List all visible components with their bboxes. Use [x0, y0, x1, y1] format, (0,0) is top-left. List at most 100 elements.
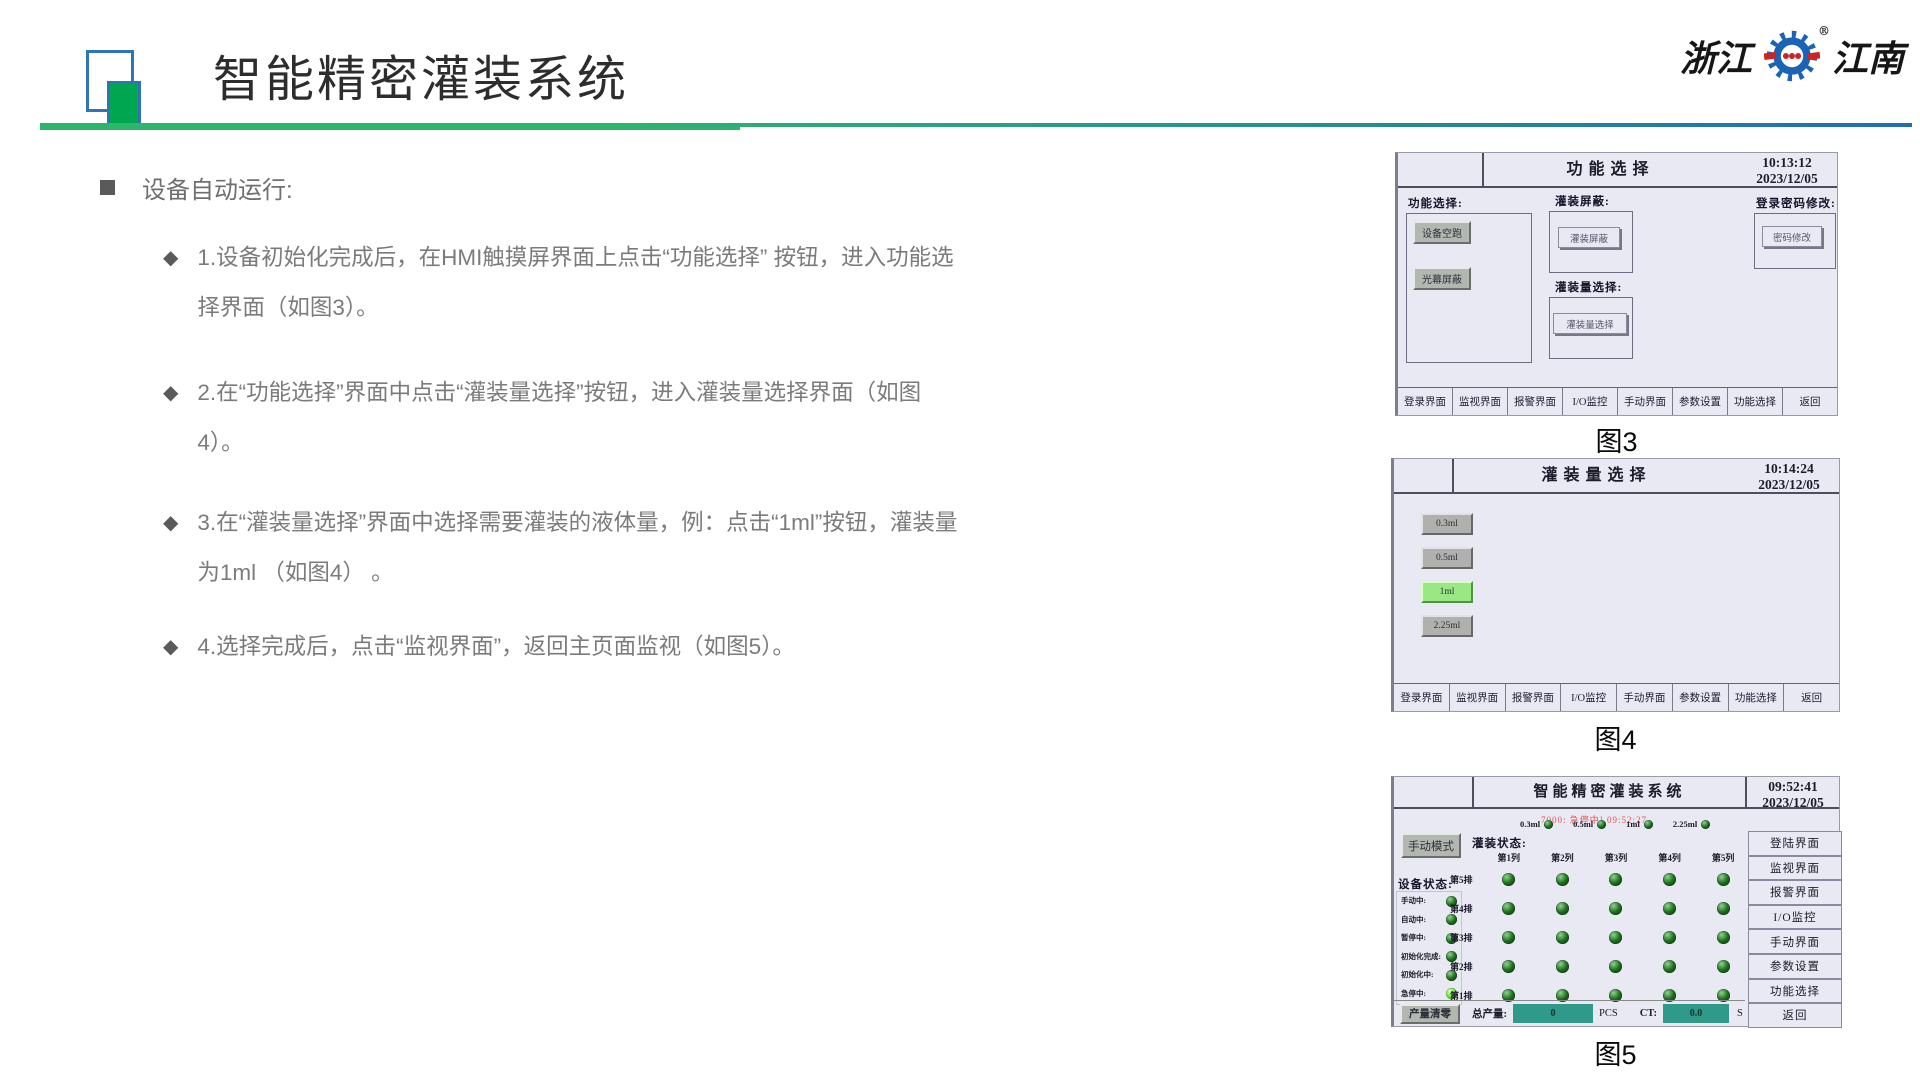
- fig5-date: 2023/12/05: [1747, 795, 1839, 811]
- ct-value: 0.0: [1663, 1004, 1729, 1023]
- nav-item-报警界面[interactable]: 报警界面: [1508, 388, 1563, 415]
- fill-led: [1663, 902, 1676, 915]
- nav-item-手动界面[interactable]: 手动界面: [1617, 684, 1673, 711]
- logo-text-right: 江南: [1832, 30, 1904, 82]
- password-change-button[interactable]: 密码修改: [1762, 226, 1822, 247]
- fig5-titlebar: 智能精密灌装系统 09:52:41 2023/12/05: [1394, 777, 1839, 809]
- led-cell: [1536, 931, 1590, 944]
- right-nav-I/O监控[interactable]: I/O监控: [1748, 905, 1842, 930]
- hmi-screen-volume-select: 灌装量选择 10:14:24 2023/12/05 0.3ml 0.5ml 1ml 2…: [1391, 458, 1840, 712]
- registered-mark: ®: [1818, 24, 1830, 38]
- diamond-bullet-icon: ◆: [163, 233, 178, 333]
- status-label: 初始化中:: [1401, 971, 1441, 979]
- nav-item-报警界面[interactable]: 报警界面: [1506, 684, 1562, 711]
- nav-item-手动界面[interactable]: 手动界面: [1618, 388, 1673, 415]
- column-header: 第3列: [1589, 851, 1643, 864]
- led-cell: [1589, 902, 1643, 915]
- bullet-text: 1.设备初始化完成后，在HMI触摸屏界面上点击“功能选择” 按钮，进入功能选择界…: [197, 233, 957, 333]
- volume-button-0.3ml[interactable]: 0.3ml: [1421, 513, 1473, 535]
- nav-item-登录界面[interactable]: 登录界面: [1398, 388, 1453, 415]
- fill-led: [1556, 960, 1569, 973]
- right-nav-监视界面[interactable]: 监视界面: [1748, 856, 1842, 881]
- nav-item-登录界面[interactable]: 登录界面: [1394, 684, 1450, 711]
- status-label: 初始化完成:: [1401, 953, 1441, 961]
- volume-led-item: 1ml: [1626, 819, 1653, 829]
- status-label: 暂停中:: [1401, 934, 1441, 942]
- volume-led-row: 0.3ml0.5ml1ml2.25ml: [1520, 819, 1710, 829]
- volume-led-item: 2.25ml: [1673, 819, 1710, 829]
- bullet-item: ◆ 4.选择完成后，点击“监视界面”，返回主页面监视（如图5）。: [163, 622, 1023, 672]
- fill-led: [1609, 931, 1622, 944]
- bullet-item: ◆1.设备初始化完成后，在HMI触摸屏界面上点击“功能选择” 按钮，进入功能选择…: [163, 233, 1023, 333]
- volume-button-1ml[interactable]: 1ml: [1421, 581, 1473, 603]
- total-production-value: 0: [1513, 1004, 1593, 1023]
- manual-mode-button[interactable]: 手动模式: [1401, 833, 1461, 858]
- bullet-list: ◆1.设备初始化完成后，在HMI触摸屏界面上点击“功能选择” 按钮，进入功能选择…: [163, 233, 1023, 672]
- column-header: 第5列: [1696, 851, 1750, 864]
- nav-item-I/O监控[interactable]: I/O监控: [1563, 388, 1618, 415]
- nav-item-功能选择[interactable]: 功能选择: [1728, 388, 1783, 415]
- right-nav-登陆界面[interactable]: 登陆界面: [1748, 831, 1842, 856]
- slide: 智能精密灌装系统 浙江 ® 江南 设备自动运行: ◆1.: [0, 0, 1920, 1080]
- grid-row: 第2排: [1450, 952, 1750, 981]
- nav-item-参数设置[interactable]: 参数设置: [1673, 388, 1728, 415]
- volume-button-0.5ml[interactable]: 0.5ml: [1421, 547, 1473, 569]
- bullet-text: 4.选择完成后，点击“监视界面”，返回主页面监视（如图5）。: [197, 622, 957, 672]
- hmi-screen-main-monitor: 智能精密灌装系统 09:52:41 2023/12/05 7000: 急停中! …: [1391, 776, 1840, 1027]
- square-bullet-icon: [100, 180, 115, 195]
- nav-item-监视界面[interactable]: 监视界面: [1453, 388, 1508, 415]
- fig5-titlebar-left-cell: [1394, 777, 1474, 807]
- nav-item-返回[interactable]: 返回: [1784, 684, 1839, 711]
- grid-row: 第3排: [1450, 923, 1750, 952]
- status-label: 急停中:: [1401, 990, 1441, 998]
- production-clear-button[interactable]: 产量清零: [1400, 1004, 1460, 1024]
- fig3-clock: 10:13:12 2023/12/05: [1737, 153, 1837, 186]
- volume-led-item: 0.5ml: [1573, 819, 1606, 829]
- fig5-time: 09:52:41: [1747, 779, 1839, 795]
- device-status-label: 设备状态:: [1398, 876, 1453, 892]
- led-cell: [1482, 873, 1536, 886]
- diamond-bullet-icon: ◆: [163, 368, 178, 468]
- total-production-unit: PCS: [1599, 1008, 1618, 1019]
- nav-item-I/O监控[interactable]: I/O监控: [1561, 684, 1617, 711]
- right-nav-功能选择[interactable]: 功能选择: [1748, 979, 1842, 1004]
- fig4-titlebar: 灌装量选择 10:14:24 2023/12/05: [1394, 459, 1839, 494]
- grid-column-headers: 第1列第2列第3列第4列第5列: [1482, 851, 1750, 864]
- nav-item-功能选择[interactable]: 功能选择: [1729, 684, 1785, 711]
- right-nav-报警界面[interactable]: 报警界面: [1748, 880, 1842, 905]
- fig5-screen-title: 智能精密灌装系统: [1474, 777, 1745, 807]
- fig4-nav-bar: 登录界面监视界面报警界面I/O监控手动界面参数设置功能选择返回: [1394, 683, 1839, 711]
- nav-item-监视界面[interactable]: 监视界面: [1450, 684, 1506, 711]
- led-cell: [1643, 931, 1697, 944]
- fig3-caption: 图3: [1395, 420, 1838, 459]
- led-cell: [1589, 931, 1643, 944]
- fill-led: [1609, 902, 1622, 915]
- nav-item-参数设置[interactable]: 参数设置: [1673, 684, 1729, 711]
- row-label: 第3排: [1450, 931, 1482, 944]
- fill-led: [1609, 960, 1622, 973]
- light-curtain-mask-button[interactable]: 光幕屏蔽: [1413, 267, 1471, 290]
- nav-item-返回[interactable]: 返回: [1783, 388, 1837, 415]
- fill-volume-select-button[interactable]: 灌装量选择: [1553, 313, 1627, 334]
- page-title: 智能精密灌装系统: [213, 40, 629, 111]
- right-nav-手动界面[interactable]: 手动界面: [1748, 929, 1842, 954]
- bullet-text: 3.在“灌装量选择”界面中选择需要灌装的液体量，例：点击“1ml”按钮，灌装量为…: [197, 498, 957, 598]
- row-label: 第5排: [1450, 873, 1482, 886]
- fig5-bottom-bar: 产量清零 总产量: 0 PCS CT: 0.0 S: [1394, 1000, 1745, 1026]
- led-cell: [1589, 960, 1643, 973]
- diamond-bullet-icon: ◆: [163, 622, 178, 672]
- fill-led: [1717, 873, 1730, 886]
- fig3-fill-volume-label: 灌装量选择:: [1555, 279, 1622, 295]
- fill-mask-button[interactable]: 灌装屏蔽: [1558, 227, 1620, 248]
- fig5-right-nav: 登陆界面监视界面报警界面I/O监控手动界面参数设置功能选择返回: [1748, 831, 1842, 1028]
- right-nav-参数设置[interactable]: 参数设置: [1748, 954, 1842, 979]
- fig3-date: 2023/12/05: [1737, 171, 1837, 187]
- bullet-item: ◆2.在“功能选择”界面中点击“灌装量选择”按钮，进入灌装量选择界面（如图4）。: [163, 368, 1023, 468]
- fig4-caption: 图4: [1391, 718, 1840, 757]
- right-nav-返回[interactable]: 返回: [1748, 1003, 1842, 1028]
- fig3-password-label: 登录密码修改:: [1756, 195, 1836, 211]
- volume-button-2.25ml[interactable]: 2.25ml: [1421, 615, 1473, 637]
- fill-led: [1556, 902, 1569, 915]
- fill-led: [1502, 960, 1515, 973]
- device-dry-run-button[interactable]: 设备空跑: [1413, 221, 1471, 244]
